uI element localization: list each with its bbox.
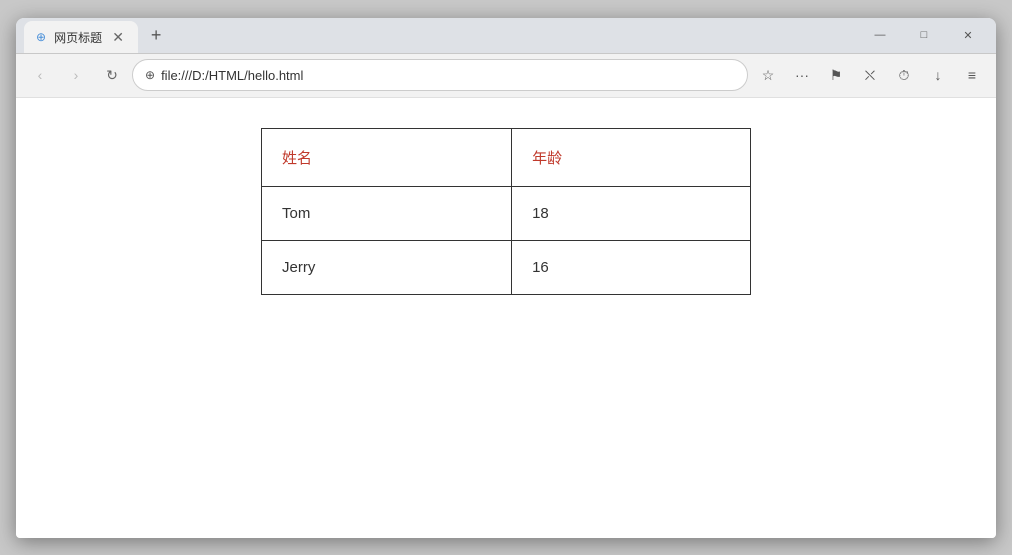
table-row: Jerry 16 [262,240,751,294]
title-bar: ⊕ 网页标题 ✕ + — □ ✕ [16,18,996,54]
browser-window: ⊕ 网页标题 ✕ + — □ ✕ ‹ › ↻ ⊕ file:///D:/HTML… [16,18,996,538]
download-button[interactable]: ↓ [922,59,954,91]
split-button[interactable]: ⛌ [854,59,886,91]
cell-age-1: 18 [512,186,751,240]
toolbar-right: ☆ ··· ⚑ ⛌ ⏱ ↓ ≡ [752,59,988,91]
back-button[interactable]: ‹ [24,59,56,91]
table-row: Tom 18 [262,186,751,240]
maximize-button[interactable]: □ [904,19,944,51]
window-controls: — □ ✕ [860,19,988,51]
col-header-name: 姓名 [262,128,512,186]
cell-name-2: Jerry [262,240,512,294]
url-text: file:///D:/HTML/hello.html [161,68,303,83]
tab-close-button[interactable]: ✕ [110,29,126,45]
collections-button[interactable]: ⚑ [820,59,852,91]
tab-site-icon: ⊕ [36,30,46,44]
history-button[interactable]: ⏱ [888,59,920,91]
page-inner: 姓名 年龄 Tom 18 Jerry 16 [36,118,976,518]
url-bar[interactable]: ⊕ file:///D:/HTML/hello.html [132,59,748,91]
minimize-button[interactable]: — [860,19,900,51]
reload-button[interactable]: ↻ [96,59,128,91]
page-content: 姓名 年龄 Tom 18 Jerry 16 [16,98,996,538]
col-header-age: 年龄 [512,128,751,186]
table-header-row: 姓名 年龄 [262,128,751,186]
menu-button[interactable]: ≡ [956,59,988,91]
address-bar: ‹ › ↻ ⊕ file:///D:/HTML/hello.html ☆ ···… [16,54,996,98]
data-table: 姓名 年龄 Tom 18 Jerry 16 [261,128,751,295]
cell-age-2: 16 [512,240,751,294]
more-button[interactable]: ··· [786,59,818,91]
url-security-icon: ⊕ [145,68,155,82]
close-button[interactable]: ✕ [948,19,988,51]
cell-name-1: Tom [262,186,512,240]
forward-button[interactable]: › [60,59,92,91]
bookmark-button[interactable]: ☆ [752,59,784,91]
new-tab-button[interactable]: + [142,21,170,49]
browser-tab[interactable]: ⊕ 网页标题 ✕ [24,21,138,53]
tab-title: 网页标题 [54,29,102,46]
